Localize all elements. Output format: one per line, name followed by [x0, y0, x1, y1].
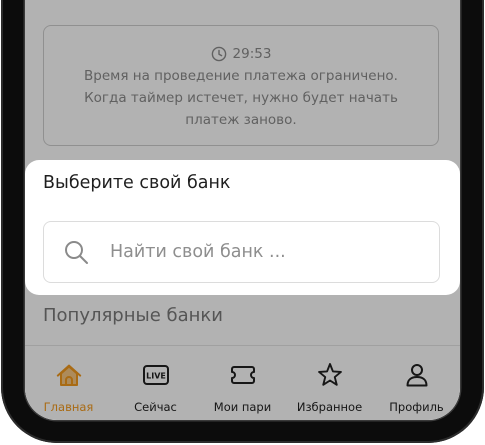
nav-item-home[interactable]: Главная [25, 346, 112, 420]
live-icon-text: LIVE [146, 371, 166, 380]
bank-select-title: Выберите свой банк [43, 173, 231, 193]
timer-message-line: платеж заново. [185, 112, 297, 128]
nav-item-my-bets[interactable]: Мои пари [199, 346, 286, 420]
profile-icon [403, 361, 431, 389]
payment-timer-card: 29:53 Время на проведение платежа ограни… [43, 25, 439, 146]
timer-value: 29:53 [232, 46, 272, 62]
screen-content: 29:53 Время на проведение платежа ограни… [25, 0, 460, 420]
home-icon [55, 361, 83, 389]
page: 29:53 Время на проведение платежа ограни… [0, 0, 485, 445]
bank-select-section: Выберите свой банк [25, 160, 460, 295]
nav-item-live[interactable]: LIVE Сейчас [112, 346, 199, 420]
nav-item-label: Избранное [296, 400, 363, 414]
bank-search-field[interactable] [43, 221, 440, 283]
clock-icon [211, 46, 227, 62]
nav-item-profile[interactable]: Профиль [373, 346, 460, 420]
timer-message: Время на проведение платежа ограничено. … [44, 65, 438, 131]
nav-item-label: Главная [43, 400, 94, 414]
live-icon: LIVE [142, 361, 170, 389]
star-icon [316, 361, 344, 389]
phone-screen: 29:53 Время на проведение платежа ограни… [25, 0, 460, 420]
bank-search-input[interactable] [110, 222, 425, 282]
search-icon [63, 239, 89, 269]
ticket-icon [229, 361, 257, 389]
nav-item-label: Профиль [389, 400, 444, 414]
timer-message-line: Время на проведение платежа ограничено. [84, 68, 398, 84]
popular-banks-title: Популярные банки [43, 305, 223, 326]
nav-item-label: Сейчас [134, 400, 177, 414]
bottom-nav: Главная LIVE Сейчас Мои пари Избранное П… [25, 345, 460, 420]
timer-row: 29:53 [44, 45, 438, 63]
timer-message-line: Когда таймер истечет, нужно будет начать [84, 90, 398, 106]
nav-item-favorites[interactable]: Избранное [286, 346, 373, 420]
nav-item-label: Мои пари [213, 400, 272, 414]
